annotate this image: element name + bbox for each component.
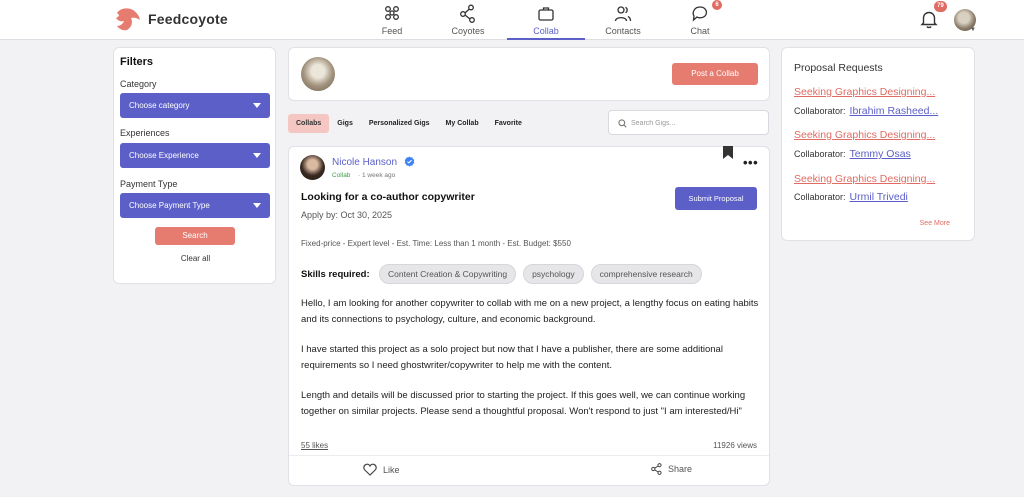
proposal-request-link[interactable]: Seeking Graphics Designing... [794, 129, 969, 141]
author-avatar[interactable] [300, 155, 325, 180]
nav-coyotes-label: Coyotes [451, 26, 485, 36]
share-button[interactable]: Share [651, 463, 692, 475]
experience-select-value: Choose Experience [129, 151, 199, 160]
tab-favorite[interactable]: Favorite [487, 114, 530, 133]
apply-by-date: Apply by: Oct 30, 2025 [301, 210, 393, 220]
likes-count[interactable]: 55 likes [301, 441, 328, 450]
tab-gigs[interactable]: Gigs [329, 114, 361, 133]
views-count: 11926 views [713, 441, 757, 450]
caret-down-icon [253, 203, 261, 208]
collaborator-label: Collaborator: [794, 106, 846, 116]
nav-chat-label: Chat [690, 26, 710, 36]
post-time: · 1 week ago [358, 172, 396, 179]
see-more-link[interactable]: See More [920, 220, 950, 227]
skill-chip[interactable]: psychology [523, 264, 584, 284]
chat-icon [692, 6, 708, 22]
skills-label: Skills required: [301, 269, 370, 280]
skills-list: Content Creation & Copywriting psycholog… [379, 264, 702, 284]
users-icon [614, 6, 632, 22]
post-title: Looking for a co-author copywriter [301, 191, 475, 203]
more-options-icon[interactable]: ••• [743, 155, 758, 170]
share-icon [651, 463, 662, 475]
category-select-value: Choose category [129, 101, 190, 110]
coyote-logo-icon [116, 8, 140, 31]
tab-my-collab[interactable]: My Collab [438, 114, 487, 133]
notification-badge: 79 [934, 1, 947, 12]
heart-icon [363, 463, 377, 476]
experience-label: Experiences [120, 128, 170, 138]
author-name[interactable]: Nicole Hanson [332, 157, 397, 168]
tab-personalized-gigs[interactable]: Personalized Gigs [361, 114, 438, 133]
collab-post-card: Nicole Hanson Collab · 1 week ago ••• Lo… [288, 146, 770, 486]
payment-type-select-value: Choose Payment Type [129, 201, 210, 210]
bookmark-icon[interactable] [723, 146, 733, 159]
nav-contacts[interactable]: Contacts [603, 0, 643, 40]
nav-feed-label: Feed [381, 26, 403, 36]
verified-badge-icon [404, 156, 415, 167]
post-meta: Fixed-price - Expert level - Est. Time: … [301, 239, 571, 248]
post-description: Hello, I am looking for another copywrit… [301, 296, 763, 434]
proposal-collaborator: Collaborator: Ibrahim Rasheed... [794, 105, 938, 117]
composer-avatar [301, 57, 335, 91]
caret-down-icon [253, 103, 261, 108]
experience-select[interactable]: Choose Experience [120, 143, 270, 168]
search-icon [618, 119, 627, 128]
category-select[interactable]: Choose category [120, 93, 270, 118]
logo[interactable]: Feedcoyote [114, 6, 228, 32]
app-name: Feedcoyote [148, 11, 228, 27]
payment-type-label: Payment Type [120, 179, 178, 189]
submit-proposal-button[interactable]: Submit Proposal [675, 187, 757, 210]
composer-panel: Post a Collab [288, 47, 770, 101]
skill-chip[interactable]: comprehensive research [590, 264, 702, 284]
feed-tabs: Collabs Gigs Personalized Gigs My Collab… [288, 113, 530, 133]
clear-all-button[interactable]: Clear all [114, 254, 277, 263]
collaborator-label: Collaborator: [794, 149, 846, 159]
nav-collab[interactable]: Collab [507, 0, 585, 40]
collaborator-label: Collaborator: [794, 192, 846, 202]
proposal-collaborator: Collaborator: Urmil Trivedi [794, 191, 908, 203]
search-gigs-input[interactable] [631, 115, 761, 131]
proposal-collaborator: Collaborator: Temmy Osas [794, 148, 911, 160]
nav-feed[interactable]: Feed [372, 0, 412, 40]
tab-collabs[interactable]: Collabs [288, 113, 330, 133]
nav-chat[interactable]: Chat 6 [680, 0, 722, 40]
nav-collab-label: Collab [533, 26, 559, 36]
chevron-down-icon[interactable]: ▼ [970, 27, 976, 33]
search-gigs-box [608, 110, 769, 135]
collaborator-link[interactable]: Ibrahim Rasheed... [850, 105, 939, 117]
skill-chip[interactable]: Content Creation & Copywriting [379, 264, 517, 284]
top-header: Feedcoyote Feed Coyotes Collab Contacts … [0, 0, 1024, 40]
nav-contacts-label: Contacts [605, 26, 641, 36]
card-divider [289, 455, 769, 456]
post-paragraph: I have started this project as a solo pr… [301, 344, 723, 371]
like-label: Like [383, 464, 400, 475]
nav-coyotes[interactable]: Coyotes [448, 0, 488, 40]
proposal-requests-title: Proposal Requests [794, 62, 883, 74]
search-button[interactable]: Search [155, 227, 235, 245]
filters-panel: Filters Category Choose category Experie… [113, 47, 276, 284]
proposal-request-link[interactable]: Seeking Graphics Designing... [794, 173, 969, 185]
feed-icon [385, 6, 399, 20]
filters-title: Filters [120, 56, 154, 68]
post-paragraph: Hello, I am looking for another copywrit… [301, 298, 759, 325]
payment-type-select[interactable]: Choose Payment Type [120, 193, 270, 218]
post-type: Collab [332, 172, 351, 179]
briefcase-icon [538, 7, 554, 21]
caret-down-icon [253, 153, 261, 158]
category-label: Category [120, 79, 157, 89]
share-label: Share [668, 464, 693, 474]
post-paragraph: Length and details will be discussed pri… [301, 390, 746, 417]
proposal-request-link[interactable]: Seeking Graphics Designing... [794, 86, 969, 98]
collaborator-link[interactable]: Urmil Trivedi [850, 191, 908, 203]
share-nodes-icon [460, 4, 475, 23]
like-button[interactable]: Like [363, 463, 400, 476]
collaborator-link[interactable]: Temmy Osas [850, 148, 911, 160]
proposal-requests-panel: Proposal Requests Seeking Graphics Desig… [781, 47, 975, 241]
post-collab-button[interactable]: Post a Collab [672, 63, 758, 85]
chat-badge: 6 [712, 0, 722, 10]
